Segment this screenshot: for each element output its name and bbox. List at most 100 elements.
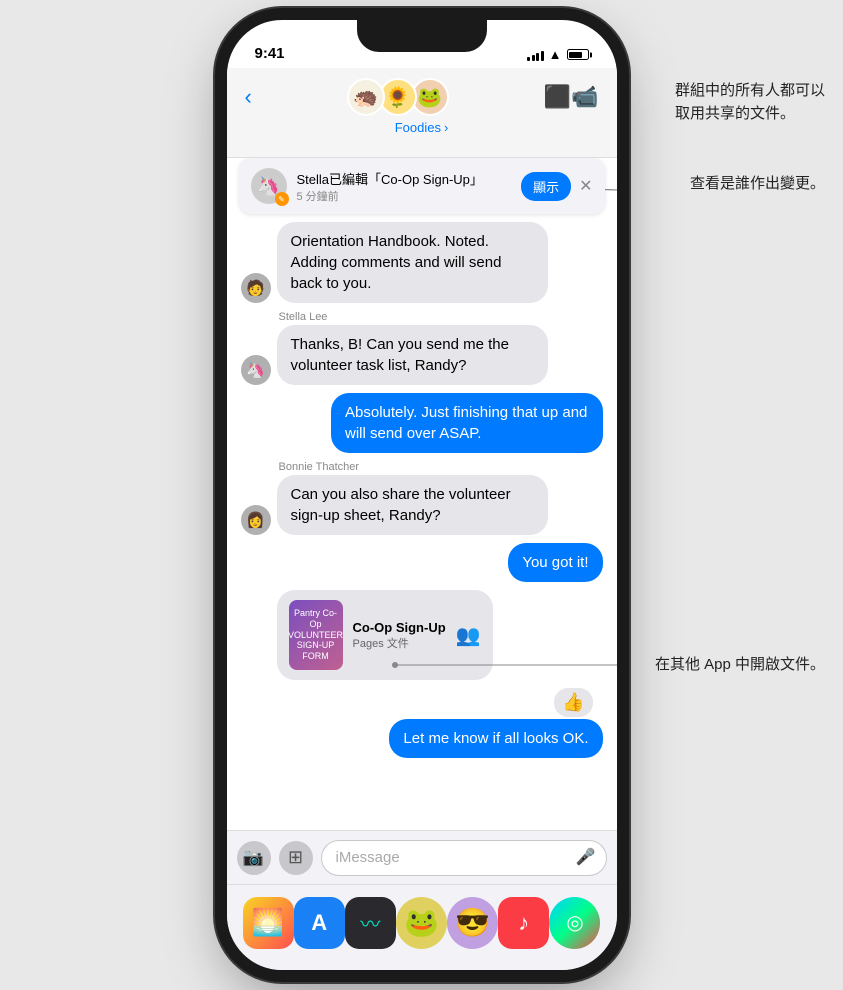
- dock-appstore-icon[interactable]: A: [294, 897, 345, 949]
- apps-button[interactable]: ⊞: [279, 841, 313, 875]
- annotation-1-text: 群組中的所有人都可以取用共享的文件。: [675, 80, 825, 125]
- banner-avatar: 🦄 ✎: [251, 168, 287, 204]
- chevron-icon: ›: [444, 120, 448, 135]
- tapback-container: 👍: [554, 688, 592, 717]
- message-bubble: Let me know if all looks OK.: [389, 719, 602, 758]
- message-bubble-wrap: Absolutely. Just finishing that up and w…: [331, 393, 603, 453]
- annotation-2-text: 查看是誰作出變更。: [690, 175, 825, 192]
- show-button[interactable]: 顯示: [521, 172, 571, 201]
- apps-icon: ⊞: [288, 847, 303, 868]
- battery-icon: [567, 49, 589, 60]
- camera-icon: 📷: [243, 848, 264, 868]
- message-bubble-wrap: Bonnie Thatcher Can you also share the v…: [277, 461, 549, 535]
- tapback-bubble: 👍: [554, 688, 592, 717]
- mic-icon[interactable]: 🎤: [576, 840, 596, 876]
- dock-music-icon[interactable]: ♪: [498, 897, 549, 949]
- avatar-1: 🦔: [347, 78, 385, 116]
- music-icon: ♪: [518, 910, 529, 936]
- input-placeholder: iMessage: [336, 840, 400, 876]
- dock: 🌅 A 〰 🐸 😎 ♪ ◎: [227, 884, 617, 970]
- annotation-3-text: 在其他 App 中開啟文件。: [655, 656, 825, 673]
- appstore-icon: A: [311, 910, 327, 936]
- message-text: You got it!: [522, 554, 588, 571]
- dock-photos-icon[interactable]: 🌅: [243, 897, 294, 949]
- fitness-icon: ◎: [566, 910, 583, 935]
- message-text: Thanks, B! Can you send me the volunteer…: [291, 336, 509, 374]
- dock-fitness-icon[interactable]: ◎: [549, 897, 600, 949]
- collab-icon[interactable]: 👥: [456, 623, 481, 648]
- message-bubble-wrap: Let me know if all looks OK.: [389, 719, 602, 758]
- annotation-1: 群組中的所有人都可以取用共享的文件。: [675, 80, 825, 125]
- status-icons: ▲: [527, 47, 588, 62]
- banner-title: Stella已編輯「Co-Op Sign-Up」: [297, 169, 514, 188]
- camera-button[interactable]: 📷: [237, 841, 271, 875]
- message-row: Absolutely. Just finishing that up and w…: [241, 393, 603, 453]
- avatar: 🧑: [241, 273, 271, 303]
- message-row-final: 👍 Let me know if all looks OK.: [241, 688, 603, 758]
- memoji1-icon: 🐸: [404, 906, 439, 939]
- shared-banner: 🦄 ✎ Stella已編輯「Co-Op Sign-Up」 5 分鐘前 顯示 ✕: [239, 158, 605, 214]
- messages-area[interactable]: 🧑 Orientation Handbook. Noted. Adding co…: [227, 212, 617, 840]
- page-wrapper: 9:41 ▲ ‹ 🦔 🌻 🐸: [0, 0, 843, 990]
- message-row: 🦄 Stella Lee Thanks, B! Can you send me …: [241, 311, 603, 385]
- message-bubble-wrap: You got it!: [508, 543, 602, 582]
- banner-text: Stella已編輯「Co-Op Sign-Up」 5 分鐘前: [297, 169, 514, 204]
- dock-memoji2-icon[interactable]: 😎: [447, 897, 498, 949]
- status-time: 9:41: [255, 45, 285, 62]
- phone-frame: 9:41 ▲ ‹ 🦔 🌻 🐸: [227, 20, 617, 970]
- message-text: Absolutely. Just finishing that up and w…: [345, 404, 587, 442]
- memoji2-icon: 😎: [455, 906, 490, 939]
- battery-fill: [569, 52, 582, 58]
- message-row: 👩 Bonnie Thatcher Can you also share the…: [241, 461, 603, 535]
- message-bubble: You got it!: [508, 543, 602, 582]
- nav-avatars[interactable]: 🦔 🌻 🐸: [347, 78, 449, 116]
- back-button[interactable]: ‹: [245, 84, 252, 110]
- doc-bubble[interactable]: Pantry Co-Op VOLUNTEER SIGN-UP FORM Co-O…: [277, 590, 493, 680]
- nav-bar: ‹ 🦔 🌻 🐸 ⬛📹 Foodies ›: [227, 68, 617, 158]
- annotation-1-content: 群組中的所有人都可以取用共享的文件。: [675, 80, 825, 125]
- dock-soundanalysis-icon[interactable]: 〰: [345, 897, 396, 949]
- doc-name: Co-Op Sign-Up: [353, 620, 446, 635]
- annotation-2: 查看是誰作出變更。: [690, 172, 825, 193]
- tapback-icon: 👍: [562, 692, 584, 712]
- message-bubble-wrap: Stella Lee Thanks, B! Can you send me th…: [277, 311, 549, 385]
- message-bubble-wrap: Orientation Handbook. Noted. Adding comm…: [277, 222, 549, 303]
- message-row: You got it!: [241, 543, 603, 582]
- message-row: Pantry Co-Op VOLUNTEER SIGN-UP FORM Co-O…: [241, 590, 603, 680]
- wifi-icon: ▲: [549, 47, 562, 62]
- photos-icon: 🌅: [252, 907, 284, 938]
- doc-thumbnail: Pantry Co-Op VOLUNTEER SIGN-UP FORM: [289, 600, 343, 670]
- group-name[interactable]: Foodies ›: [395, 120, 449, 135]
- soundanalysis-icon: 〰: [360, 908, 380, 937]
- banner-time: 5 分鐘前: [297, 188, 514, 204]
- doc-type: Pages 文件: [353, 635, 446, 651]
- avatar: 👩: [241, 505, 271, 535]
- message-text: Can you also share the volunteer sign-up…: [291, 486, 511, 524]
- edit-icon: ✎: [275, 192, 289, 206]
- message-text: Let me know if all looks OK.: [403, 730, 588, 747]
- message-bubble: Absolutely. Just finishing that up and w…: [331, 393, 603, 453]
- annotation-3: 在其他 App 中開啟文件。: [655, 653, 825, 674]
- signal-bars-icon: [527, 49, 544, 61]
- doc-thumbnail-text: Pantry Co-Op VOLUNTEER SIGN-UP FORM: [288, 608, 343, 662]
- message-input[interactable]: iMessage 🎤: [321, 840, 607, 876]
- message-row: 🧑 Orientation Handbook. Noted. Adding co…: [241, 222, 603, 303]
- notch: [357, 20, 487, 52]
- close-button[interactable]: ✕: [579, 176, 592, 196]
- avatar: 🦄: [241, 355, 271, 385]
- signal-bar-2: [532, 55, 535, 61]
- signal-bar-3: [536, 53, 539, 61]
- signal-bar-4: [541, 51, 544, 61]
- message-bubble: Thanks, B! Can you send me the volunteer…: [277, 325, 549, 385]
- sender-name: Bonnie Thatcher: [277, 461, 549, 473]
- dock-memoji1-icon[interactable]: 🐸: [396, 897, 447, 949]
- message-bubble: Can you also share the volunteer sign-up…: [277, 475, 549, 535]
- doc-info: Co-Op Sign-Up Pages 文件: [353, 620, 446, 651]
- sender-name: Stella Lee: [277, 311, 549, 323]
- message-text: Orientation Handbook. Noted. Adding comm…: [291, 233, 502, 292]
- nav-top: ‹ 🦔 🌻 🐸 ⬛📹: [227, 68, 617, 116]
- facetime-button[interactable]: ⬛📹: [544, 84, 599, 110]
- input-bar: 📷 ⊞ iMessage 🎤: [227, 830, 617, 884]
- message-bubble: Orientation Handbook. Noted. Adding comm…: [277, 222, 549, 303]
- signal-bar-1: [527, 57, 530, 61]
